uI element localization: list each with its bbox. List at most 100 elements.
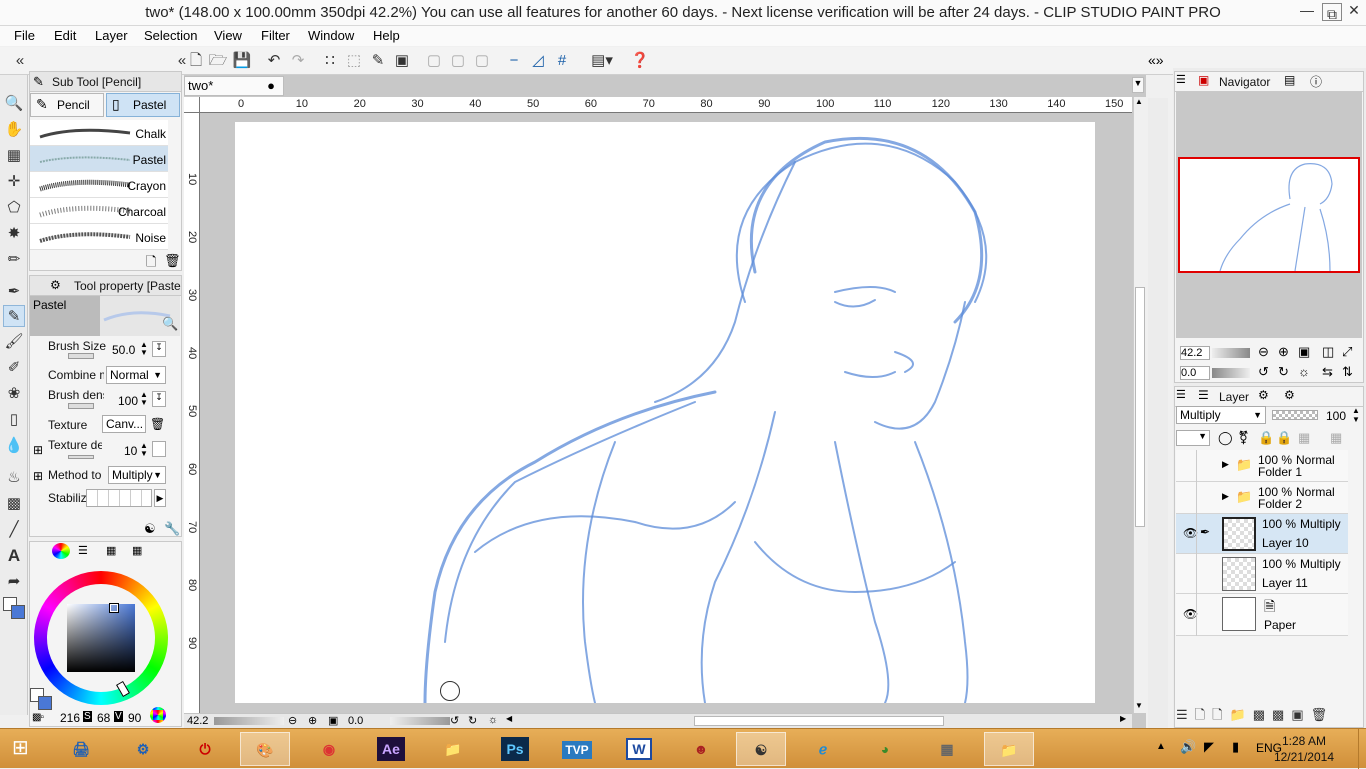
layer-row-layer-10[interactable]: 👁 ✒ 100 % Multiply Layer 10	[1176, 514, 1348, 554]
navigator-viewport-frame[interactable]	[1178, 157, 1360, 273]
menu-view[interactable]: View	[212, 27, 244, 45]
new-folder-icon[interactable]: 📁	[1230, 707, 1253, 722]
menu-edit[interactable]: Edit	[52, 27, 78, 45]
fill-tool-icon[interactable]: ♨	[3, 467, 25, 489]
collapse-right-icon[interactable]: «»	[1148, 52, 1164, 68]
lock-layer-icon[interactable]: 🔒	[1258, 430, 1274, 446]
brush-size-value[interactable]: 50.0	[112, 343, 135, 357]
layer-menu-icon[interactable]: ☰	[1176, 707, 1195, 722]
color-picker-cursor[interactable]	[109, 603, 119, 613]
nav-expand-icon[interactable]: ⤢	[1342, 344, 1352, 360]
display-menu-icon[interactable]: ▤▾	[584, 51, 620, 71]
transfer-down-icon[interactable]: ▩	[1272, 707, 1291, 722]
zoom-slider[interactable]	[214, 717, 284, 725]
vertical-scrollbar[interactable]: ▲ ▼	[1133, 97, 1146, 713]
brush-size-stepper[interactable]: ▲ ▼	[140, 341, 148, 357]
color-set-tab-icon[interactable]: ▦	[106, 544, 116, 557]
delete-subtool-icon[interactable]: 🗑	[164, 253, 181, 269]
new-raster-layer-icon[interactable]: 🗋	[1195, 707, 1212, 722]
volume-icon[interactable]: 🔊	[1180, 739, 1196, 755]
battery-icon[interactable]: ▮	[1232, 739, 1239, 755]
navigator-zoom-value[interactable]: 42.2	[1180, 346, 1210, 360]
horizontal-scroll-thumb[interactable]	[694, 716, 944, 726]
opacity-stepper[interactable]: ▲ ▼	[1352, 406, 1360, 424]
close-button[interactable]: ✕	[1344, 0, 1364, 22]
airbrush-tool-icon[interactable]: ✐	[3, 357, 25, 379]
texture-density-value[interactable]: 10	[124, 444, 137, 458]
brush-size-settings-button[interactable]: ↧	[152, 341, 166, 357]
navigator-rotation-value[interactable]: 0.0	[1180, 366, 1210, 380]
texture-select[interactable]: Canv...	[102, 415, 146, 433]
brush-item-charcoal[interactable]: Charcoal	[30, 198, 168, 224]
texture-clear-icon[interactable]: 🗑	[150, 417, 165, 431]
clear-outside-icon[interactable]: ▢	[448, 51, 468, 71]
stabilization-slider[interactable]	[86, 489, 152, 507]
pen-tool-icon[interactable]: ✒	[3, 281, 25, 303]
open-file-icon[interactable]: 🗁	[208, 51, 228, 71]
brush-item-noise[interactable]: Noise	[30, 224, 168, 250]
taskbar-app-15[interactable]: 📁	[984, 732, 1034, 766]
snap-grid-icon[interactable]: #	[552, 51, 572, 71]
nav-zoom-out-icon[interactable]: ⊖	[1258, 344, 1269, 360]
main-sub-color-icon[interactable]	[3, 597, 25, 619]
rotation-value[interactable]: 0.0	[348, 715, 363, 727]
color-mode-icon[interactable]	[150, 707, 166, 723]
menu-file[interactable]: File	[12, 27, 37, 45]
scroll-up-arrow[interactable]: ▲	[1135, 97, 1143, 106]
snap-special-ruler-icon[interactable]: ◿	[528, 51, 548, 71]
taskbar-app-14[interactable]: ▦	[922, 732, 972, 766]
preview-zoom-icon[interactable]: 🔍	[162, 316, 178, 332]
brush-size-slider[interactable]	[68, 353, 94, 359]
blend-mode-select[interactable]: Multiply ▼	[1176, 406, 1266, 424]
taskbar-app-0[interactable]: 🖨	[56, 732, 106, 766]
taskbar-app-9[interactable]: W	[614, 732, 664, 766]
nav-fit-icon[interactable]: ▣	[1298, 344, 1310, 360]
layer-panel-menu-icon[interactable]: ☰	[1176, 388, 1186, 401]
eyedropper-tool-icon[interactable]: ✏	[3, 249, 25, 271]
brush-item-crayon[interactable]: Crayon	[30, 172, 168, 198]
texture-density-slider[interactable]	[68, 455, 94, 459]
navigator-view[interactable]	[1176, 92, 1362, 338]
scroll-down-arrow[interactable]: ▼	[1135, 701, 1143, 710]
lock-transparency-icon[interactable]: 🔒	[1276, 430, 1292, 446]
close-tab-icon[interactable]: ●	[267, 77, 275, 95]
taskbar-app-11[interactable]: ☯	[736, 732, 786, 766]
taskbar-app-6[interactable]: 📁	[428, 732, 478, 766]
menu-selection[interactable]: Selection	[142, 27, 199, 45]
fit-icon[interactable]: ▣	[328, 714, 338, 727]
taskbar-app-12[interactable]: ℯ	[798, 732, 848, 766]
mask-enable-icon[interactable]: ▦	[1298, 430, 1310, 446]
zoom-value[interactable]: 42.2	[187, 715, 208, 727]
correct-line-tool-icon[interactable]: ➦	[3, 571, 25, 593]
clock[interactable]: 1:28 AM 12/21/2014	[1274, 733, 1334, 765]
merge-down-icon[interactable]: ▩	[1253, 707, 1272, 722]
nav-flip-h-icon[interactable]: ⇆	[1322, 364, 1333, 380]
collapse-left-icon[interactable]: «	[10, 51, 30, 71]
show-desktop-button[interactable]	[1358, 729, 1366, 769]
zoom-tool-icon[interactable]: 🔍	[3, 93, 25, 115]
clear-icon[interactable]: ▢	[424, 51, 444, 71]
taskbar-app-7[interactable]: Ps	[490, 732, 540, 766]
fill-selection-icon[interactable]: ✎	[368, 51, 388, 71]
paper-canvas[interactable]	[235, 122, 1095, 703]
density-settings-button[interactable]: ↧	[152, 391, 166, 407]
color-history-tab-icon[interactable]: ▦	[132, 544, 142, 557]
copy-subtool-icon[interactable]: 🗋	[146, 253, 156, 275]
maximize-button[interactable]: ⧉	[1322, 3, 1342, 22]
reset-icon[interactable]: ☯	[144, 521, 156, 537]
texture-density-settings-button[interactable]	[152, 441, 166, 457]
gradient-tool-icon[interactable]: ▩	[3, 493, 25, 515]
nav-zoom-in-icon[interactable]: ⊕	[1278, 344, 1289, 360]
new-vector-layer-icon[interactable]: 🗋	[1212, 707, 1229, 722]
texture-density-stepper[interactable]: ▲ ▼	[140, 442, 148, 458]
brush-tool-icon[interactable]: 🖌	[3, 331, 25, 353]
layer-row-paper[interactable]: 👁 🗎 Paper	[1176, 594, 1348, 636]
eraser-tool-icon[interactable]: ▯	[3, 409, 25, 431]
layer-row-layer-11[interactable]: 100 % Multiply Layer 11	[1176, 554, 1348, 594]
taskbar-app-13[interactable]: ◕	[860, 732, 910, 766]
color-slider-tab-icon[interactable]: ☰	[78, 544, 88, 557]
taskbar-app-1[interactable]: ⚙	[118, 732, 168, 766]
info-tab-icon[interactable]: ⓘ	[1310, 73, 1322, 90]
layer-row-folder-1[interactable]: ▶ 📁 100 % Normal Folder 1	[1176, 450, 1348, 482]
new-file-icon[interactable]: 🗋	[186, 51, 206, 71]
